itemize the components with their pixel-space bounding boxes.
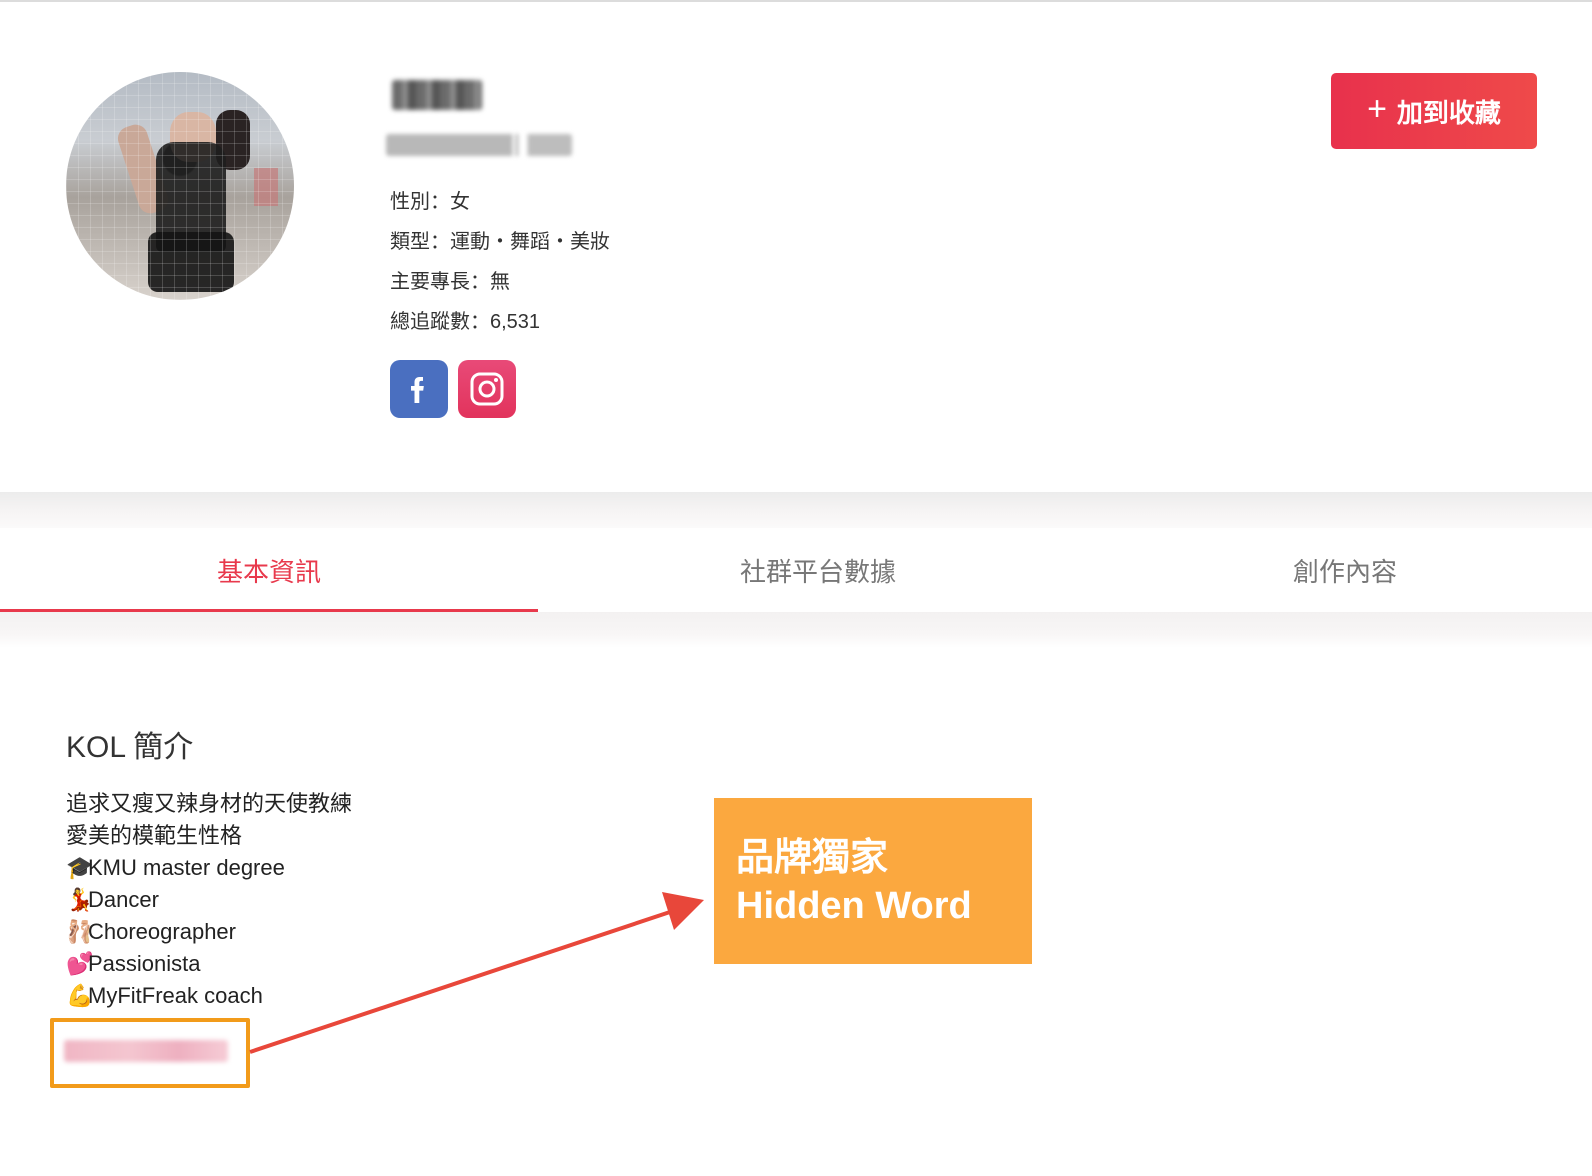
- bio-line: 追求又瘦又辣身材的天使教練: [66, 788, 352, 820]
- add-to-favorites-label: 加到收藏: [1396, 97, 1501, 128]
- plus-icon: +: [1367, 90, 1387, 128]
- kol-intro-title: KOL 簡介: [66, 731, 194, 764]
- followers-value: 6,531: [490, 311, 541, 333]
- instagram-link[interactable]: [458, 360, 516, 418]
- callout-subtitle: Hidden Word: [736, 885, 972, 927]
- bio-line-text: Dancer: [88, 887, 159, 912]
- kol-handle-redacted: [386, 134, 572, 156]
- bio-line: 🎓KMU master degree: [66, 852, 352, 884]
- tab-content[interactable]: 創作內容: [1098, 528, 1592, 612]
- kol-name-redacted: [392, 80, 482, 110]
- add-to-favorites-button[interactable]: + 加到收藏: [1331, 73, 1537, 149]
- bio-line-text: 追求又瘦又辣身材的天使教練: [66, 791, 353, 816]
- bio-line-text: MyFitFreak coach: [88, 983, 263, 1008]
- skill-label: 主要專長: [390, 271, 490, 293]
- skill-value: 無: [490, 271, 510, 293]
- bio-line-text: 愛美的模範生性格: [66, 823, 243, 848]
- bio-line-text: Passionista: [88, 951, 201, 976]
- callout-title: 品牌獨家: [736, 837, 889, 879]
- kol-bio: 追求又瘦又辣身材的天使教練 愛美的模範生性格 🎓KMU master degre…: [66, 788, 352, 1012]
- top-divider: [0, 0, 1592, 2]
- facebook-icon: [411, 377, 424, 403]
- hearts-icon: 💕: [66, 951, 94, 976]
- followers-label: 總追蹤數: [390, 311, 490, 333]
- graduation-cap-icon: 🎓: [66, 855, 94, 880]
- tab-basic-info-label: 基本資訊: [216, 556, 321, 587]
- tab-social-stats[interactable]: 社群平台數據: [538, 528, 1098, 612]
- bio-line: 🩰Choreographer: [66, 916, 352, 948]
- type-value: 運動・舞蹈・美妝: [450, 231, 610, 253]
- instagram-icon: [470, 372, 504, 406]
- bio-line: 💪MyFitFreak coach: [66, 980, 352, 1012]
- section-divider: [0, 492, 1592, 528]
- followers-row: 總追蹤數6,531: [390, 310, 540, 334]
- ballet-shoes-icon: 🩰: [66, 919, 94, 944]
- profile-tabs: 基本資訊 社群平台數據 創作內容: [0, 528, 1592, 612]
- flexed-biceps-icon: 💪: [66, 983, 94, 1008]
- dancer-icon: 💃: [66, 887, 94, 912]
- tab-content-label: 創作內容: [1292, 556, 1397, 587]
- type-label: 類型: [390, 231, 450, 253]
- section-divider-bottom: [0, 612, 1592, 648]
- avatar: [66, 72, 294, 300]
- tab-basic-info[interactable]: 基本資訊: [0, 528, 538, 612]
- facebook-link[interactable]: [390, 360, 448, 418]
- bio-line: 愛美的模範生性格: [66, 820, 352, 852]
- gender-row: 性別女: [390, 190, 470, 214]
- bio-line-text: KMU master degree: [88, 855, 285, 880]
- tab-social-stats-label: 社群平台數據: [739, 556, 896, 587]
- bio-line: 💃Dancer: [66, 884, 352, 916]
- type-row: 類型運動・舞蹈・美妝: [390, 230, 610, 254]
- bio-line-text: Choreographer: [88, 919, 236, 944]
- gender-value: 女: [450, 191, 470, 213]
- hidden-word-callout: 品牌獨家 Hidden Word: [714, 798, 1032, 964]
- bio-line: 💕Passionista: [66, 948, 352, 980]
- skill-row: 主要專長無: [390, 270, 510, 294]
- gender-label: 性別: [390, 191, 450, 213]
- hidden-word-highlight-box: [50, 1018, 250, 1088]
